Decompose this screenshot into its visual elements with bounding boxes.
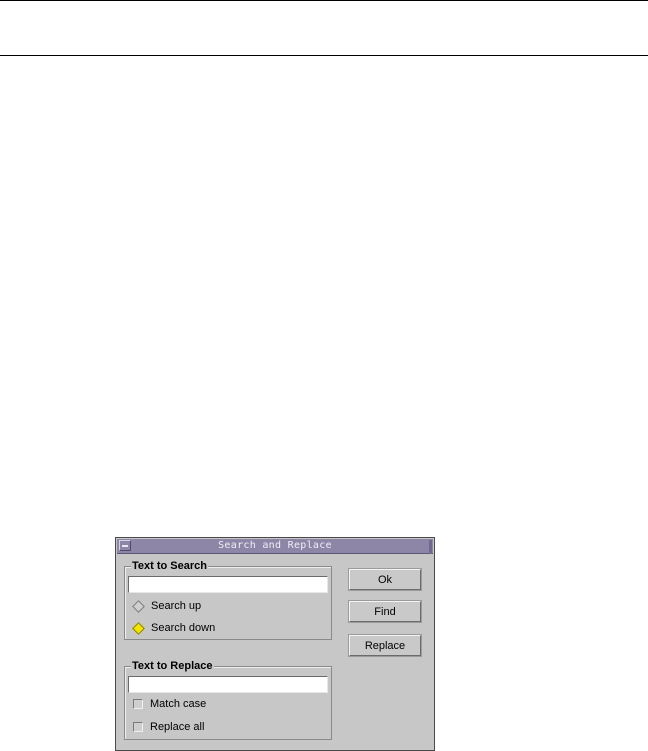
search-up-radio[interactable]: Search up [131,598,201,614]
replace-button[interactable]: Replace [349,635,421,656]
square-checkbox-icon [133,722,143,732]
search-text-input[interactable] [128,576,328,593]
titlebar-edge [429,540,432,554]
ok-button[interactable]: Ok [349,569,421,590]
dialog-title: Search and Replace [218,540,332,551]
square-checkbox-icon [133,699,143,709]
match-case-label: Match case [150,698,207,710]
search-up-label: Search up [151,600,202,612]
diamond-radio-selected-icon [132,621,145,635]
match-case-checkbox[interactable]: Match case [131,696,206,712]
text-to-search-legend: Text to Search [131,559,208,573]
find-button[interactable]: Find [349,601,421,622]
search-replace-dialog: Search and Replace Text to Search Search… [115,537,435,751]
text-to-replace-group: Text to Replace Match case Replace all [124,659,332,740]
replace-all-label: Replace all [150,721,205,733]
replace-text-input[interactable] [128,676,328,693]
top-rule [0,0,648,1]
titlebar[interactable]: Search and Replace [117,539,433,554]
diamond-radio-icon [132,599,145,613]
separator-rule [0,55,648,56]
text-to-replace-legend: Text to Replace [131,659,214,673]
search-down-radio[interactable]: Search down [131,620,215,636]
replace-all-checkbox[interactable]: Replace all [131,719,204,735]
text-to-search-group: Text to Search Search up Search down [124,559,332,640]
search-down-label: Search down [151,622,216,634]
